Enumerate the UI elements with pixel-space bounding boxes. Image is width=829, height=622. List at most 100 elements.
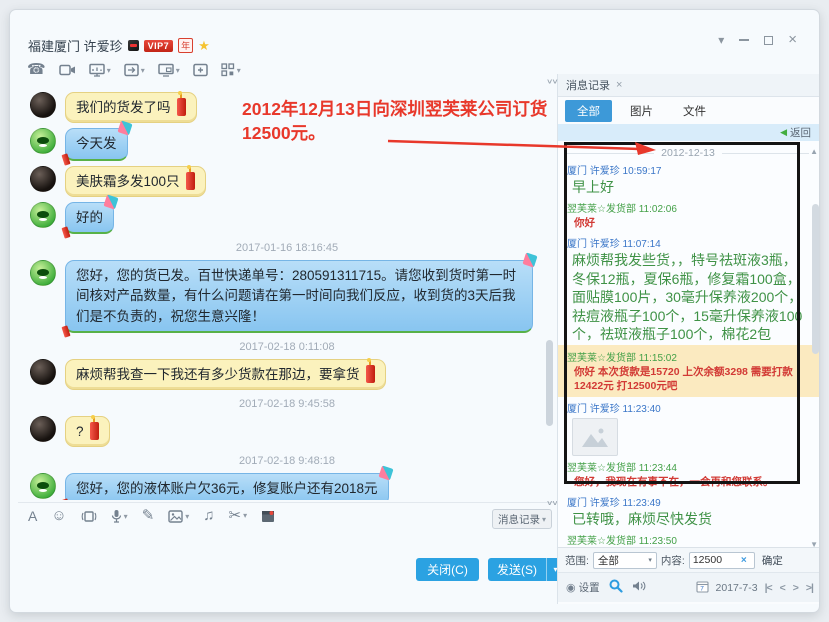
calendar-date[interactable]: 2017-7-3 <box>716 582 758 594</box>
file-transfer-icon[interactable]: ▾ <box>124 63 145 77</box>
records-entry: 翌芙莱☆发货部 11:02:06你好 <box>567 200 809 232</box>
chat-message-row: ? <box>30 416 544 447</box>
caret-icon[interactable]: ▾ <box>107 66 111 75</box>
record-sender-time: 厦门 许爱珍 10:59:17 <box>567 162 809 177</box>
caret-icon[interactable]: ▾ <box>124 512 128 521</box>
message-box-icon[interactable] <box>261 509 275 523</box>
records-list: 2012-12-13厦门 许爱珍 10:59:17早上好翌芙莱☆发货部 11:0… <box>558 141 820 547</box>
records-tab[interactable]: 消息记录 × <box>566 77 622 93</box>
chat-timestamp: 2017-02-18 0:11:08 <box>30 338 544 354</box>
firecracker-icon <box>61 325 70 337</box>
records-scroll-down-icon[interactable]: ▼ <box>810 540 818 549</box>
record-sender-time: 厦门 许爱珍 11:23:49 <box>567 494 809 509</box>
record-image-thumbnail[interactable] <box>572 418 618 456</box>
close-chat-button[interactable]: 关闭(C) <box>416 558 479 581</box>
message-text: ? <box>76 424 84 439</box>
minimize-button[interactable] <box>739 39 749 41</box>
caret-icon[interactable]: ▾ <box>185 512 189 521</box>
records-entry: 厦门 许爱珍 11:23:49已转哦，麻烦尽快发货 <box>567 494 809 529</box>
create-group-icon[interactable] <box>193 63 208 77</box>
send-image-icon[interactable]: ▾ <box>168 510 189 523</box>
contact-avatar[interactable] <box>30 416 56 442</box>
records-filter-tabs: 全部 图片 文件 <box>558 97 820 124</box>
settings-button[interactable]: ◉ 设置 <box>566 580 600 595</box>
nav-last-button[interactable]: >| <box>806 582 813 594</box>
close-window-button[interactable]: × <box>788 34 797 46</box>
records-infobar: ◀ 返回 <box>558 124 820 141</box>
records-entry: 厦门 许爱珍 10:59:17早上好 <box>567 162 809 197</box>
seller-avatar[interactable] <box>30 473 56 499</box>
apps-grid-icon[interactable]: ▾ <box>221 63 241 77</box>
pinwheel-decoration-icon <box>378 466 393 481</box>
music-icon[interactable]: ♫ <box>203 508 214 524</box>
vip-crown-icon <box>128 40 139 51</box>
message-records-panel: 消息记录 × 全部 图片 文件 ◀ 返回 2012-12-13厦门 许爱珍 10… <box>557 74 820 604</box>
nav-prev-button[interactable]: < <box>780 582 785 594</box>
records-footer: ◉ 设置 7 2017-7-3 |< < > >| <box>558 572 820 602</box>
nav-first-button[interactable]: |< <box>765 582 772 594</box>
message-bubble: 麻烦帮我查一下我还有多少货款在那边，要拿货 <box>65 359 386 390</box>
emoji-icon[interactable]: ☺ <box>51 508 66 524</box>
microphone-icon[interactable]: ▾ <box>111 509 128 523</box>
screen-demo-icon[interactable]: ▾ <box>89 63 111 77</box>
send-button[interactable]: 发送(S) <box>488 558 546 581</box>
filter-tab-files[interactable]: 文件 <box>671 100 718 122</box>
composer-divider <box>18 502 554 503</box>
record-sender-time: 厦门 许爱珍 11:23:40 <box>567 400 809 415</box>
vip-year-badge: 年 <box>178 38 193 53</box>
firecracker-icon <box>177 98 186 116</box>
message-records-toggle-button[interactable]: 消息记录▾ <box>492 509 552 529</box>
message-text: 我们的货发了吗 <box>76 100 171 115</box>
contact-avatar[interactable] <box>30 166 56 192</box>
content-label: 内容: <box>661 553 685 568</box>
firecracker-icon <box>90 422 99 440</box>
seller-avatar[interactable] <box>30 260 56 286</box>
font-style-icon[interactable]: A <box>28 508 37 524</box>
window-menu-caret-icon[interactable]: ▾ <box>718 34 724 46</box>
clear-search-icon[interactable]: × <box>741 555 747 566</box>
message-bubble: 美肤霜多发100只 <box>65 166 206 197</box>
seller-avatar[interactable] <box>30 202 56 228</box>
search-records-icon[interactable] <box>609 579 623 596</box>
panel-collapse-handle-icon[interactable]: ∨∨ <box>546 500 557 508</box>
search-content-input[interactable] <box>693 554 741 566</box>
message-bubble: ? <box>65 416 110 447</box>
chat-timestamp: 2017-02-18 9:45:58 <box>30 395 544 411</box>
handwriting-icon[interactable]: ✎ <box>142 508 155 524</box>
message-text: 今天发 <box>76 136 117 151</box>
panel-collapse-handle-icon[interactable]: ∨∨ <box>546 78 557 86</box>
firecracker-icon <box>186 172 195 190</box>
filter-tab-images[interactable]: 图片 <box>618 100 665 122</box>
contact-avatar[interactable] <box>30 92 56 118</box>
remote-desktop-icon[interactable]: ▾ <box>158 63 180 77</box>
records-entry: 翌芙莱☆发货部 11:23:50您好，我现在有事不在，一会再和您联系。 <box>567 532 809 547</box>
seller-avatar[interactable] <box>30 128 56 154</box>
caret-icon[interactable]: ▾ <box>237 66 241 75</box>
firecracker-icon <box>61 498 70 500</box>
contact-avatar[interactable] <box>30 359 56 385</box>
records-scroll-up-icon[interactable]: ▲ <box>810 147 818 156</box>
composer-toolbar: A ☺ ▾ ✎ ▾ ♫ ✂ ▾ <box>28 508 275 524</box>
scope-label: 范围: <box>565 553 589 568</box>
caret-icon[interactable]: ▾ <box>176 66 180 75</box>
maximize-button[interactable] <box>764 36 773 45</box>
chat-scrollbar-thumb[interactable] <box>546 340 553 426</box>
records-entry: 翌芙莱☆发货部 11:15:02你好 本次货款是15720 上次余额3298 需… <box>558 345 820 397</box>
caret-icon[interactable]: ▾ <box>243 508 247 524</box>
back-arrow-icon[interactable]: ◀ <box>780 127 787 138</box>
screenshot-scissors-icon[interactable]: ✂ ▾ <box>229 508 248 524</box>
record-sender-time: 翌芙莱☆发货部 11:02:06 <box>567 200 809 215</box>
records-scrollbar-thumb[interactable] <box>812 204 819 354</box>
nav-next-button[interactable]: > <box>793 582 798 594</box>
voice-call-icon[interactable]: ☎ <box>27 62 46 78</box>
back-link[interactable]: 返回 <box>790 125 811 140</box>
video-call-icon[interactable] <box>59 63 76 77</box>
speaker-icon[interactable] <box>632 580 646 595</box>
confirm-search-button[interactable]: 确定 <box>762 553 783 568</box>
calendar-icon[interactable]: 7 <box>696 580 709 596</box>
window-shake-icon[interactable] <box>81 510 97 523</box>
records-tab-close-icon[interactable]: × <box>616 79 622 91</box>
scope-select[interactable]: 全部 ▾ <box>593 552 657 569</box>
gear-icon: ◉ <box>566 581 576 594</box>
caret-icon[interactable]: ▾ <box>141 66 145 75</box>
